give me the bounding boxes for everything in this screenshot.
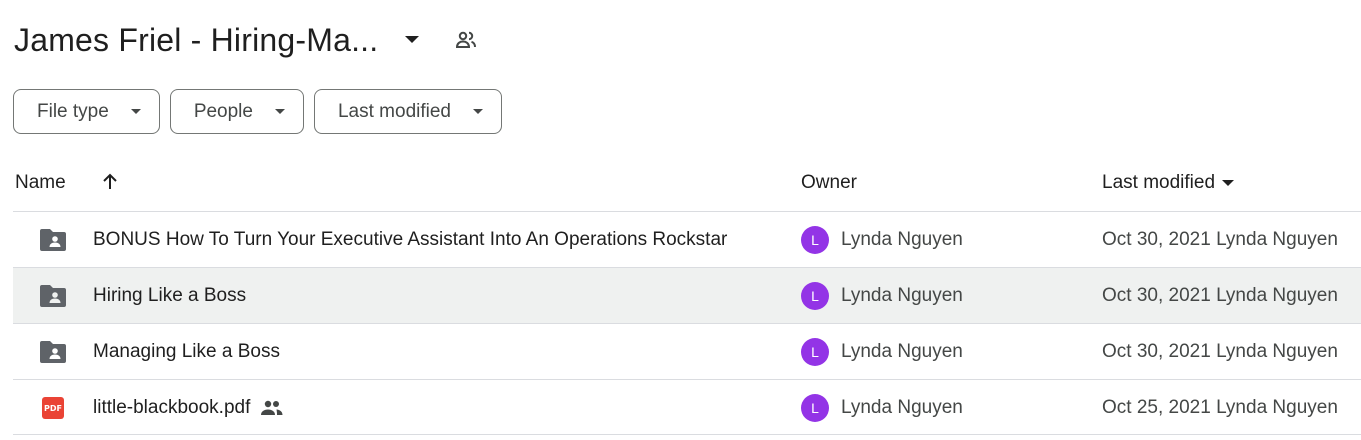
arrow-drop-down-icon xyxy=(130,109,141,114)
owner-cell: L Lynda Nguyen xyxy=(801,394,963,422)
arrow-drop-down-icon[interactable] xyxy=(400,28,424,52)
file-name: BONUS How To Turn Your Executive Assista… xyxy=(93,229,728,250)
arrow-drop-down-icon xyxy=(274,109,285,114)
shared-folder-icon xyxy=(37,340,69,364)
last-modified-cell: Oct 30, 2021 Lynda Nguyen xyxy=(1102,285,1338,306)
file-name: Hiring Like a Boss xyxy=(93,285,247,306)
file-list: BONUS How To Turn Your Executive Assista… xyxy=(13,211,1361,435)
owner-name: Lynda Nguyen xyxy=(841,341,963,362)
owner-name: Lynda Nguyen xyxy=(841,229,963,250)
column-header-last-modified-label: Last modified xyxy=(1102,172,1216,193)
owner-cell: L Lynda Nguyen xyxy=(801,226,963,254)
shared-folder-icon xyxy=(37,228,69,252)
pdf-icon: PDF xyxy=(37,396,69,420)
table-row[interactable]: BONUS How To Turn Your Executive Assista… xyxy=(13,211,1361,267)
filter-people[interactable]: People xyxy=(169,89,304,134)
filter-last-modified[interactable]: Last modified xyxy=(313,89,502,134)
column-header-owner[interactable]: Owner xyxy=(801,172,857,194)
people-icon[interactable] xyxy=(452,26,480,54)
column-header-row: Name Owner Last modified xyxy=(0,160,1361,208)
filter-label: Last modified xyxy=(337,100,451,122)
arrow-drop-down-icon xyxy=(473,109,483,114)
avatar: L xyxy=(801,226,829,254)
avatar: L xyxy=(801,394,829,422)
last-modified-cell: Oct 25, 2021 Lynda Nguyen xyxy=(1102,397,1338,418)
column-header-name[interactable]: Name xyxy=(15,172,66,194)
file-name: Managing Like a Boss xyxy=(93,341,280,362)
owner-cell: L Lynda Nguyen xyxy=(801,282,963,310)
filter-file-type[interactable]: File type xyxy=(13,89,160,134)
owner-name: Lynda Nguyen xyxy=(841,397,963,418)
arrow-drop-down-icon xyxy=(1222,180,1235,186)
people-icon xyxy=(260,400,284,416)
folder-title[interactable]: James Friel - Hiring-Ma... xyxy=(14,22,378,59)
owner-cell: L Lynda Nguyen xyxy=(801,338,963,366)
pdf-badge: PDF xyxy=(42,397,64,419)
last-modified-cell: Oct 30, 2021 Lynda Nguyen xyxy=(1102,341,1338,362)
table-row[interactable]: Hiring Like a Boss L Lynda Nguyen Oct 30… xyxy=(13,267,1361,323)
filter-bar: File type People Last modified xyxy=(13,89,502,134)
arrow-upward-icon[interactable] xyxy=(98,170,122,194)
column-header-last-modified[interactable]: Last modified xyxy=(1102,172,1235,194)
owner-name: Lynda Nguyen xyxy=(841,285,963,306)
file-name: little-blackbook.pdf xyxy=(93,397,284,419)
shared-folder-icon xyxy=(37,284,69,308)
last-modified-cell: Oct 30, 2021 Lynda Nguyen xyxy=(1102,229,1338,250)
filter-label: People xyxy=(193,100,253,122)
avatar: L xyxy=(801,282,829,310)
filter-label: File type xyxy=(37,100,109,122)
table-row[interactable]: Managing Like a Boss L Lynda Nguyen Oct … xyxy=(13,323,1361,379)
folder-header: James Friel - Hiring-Ma... xyxy=(14,18,480,62)
table-row[interactable]: PDF little-blackbook.pdf L Lynda Nguyen … xyxy=(13,379,1361,435)
avatar: L xyxy=(801,338,829,366)
